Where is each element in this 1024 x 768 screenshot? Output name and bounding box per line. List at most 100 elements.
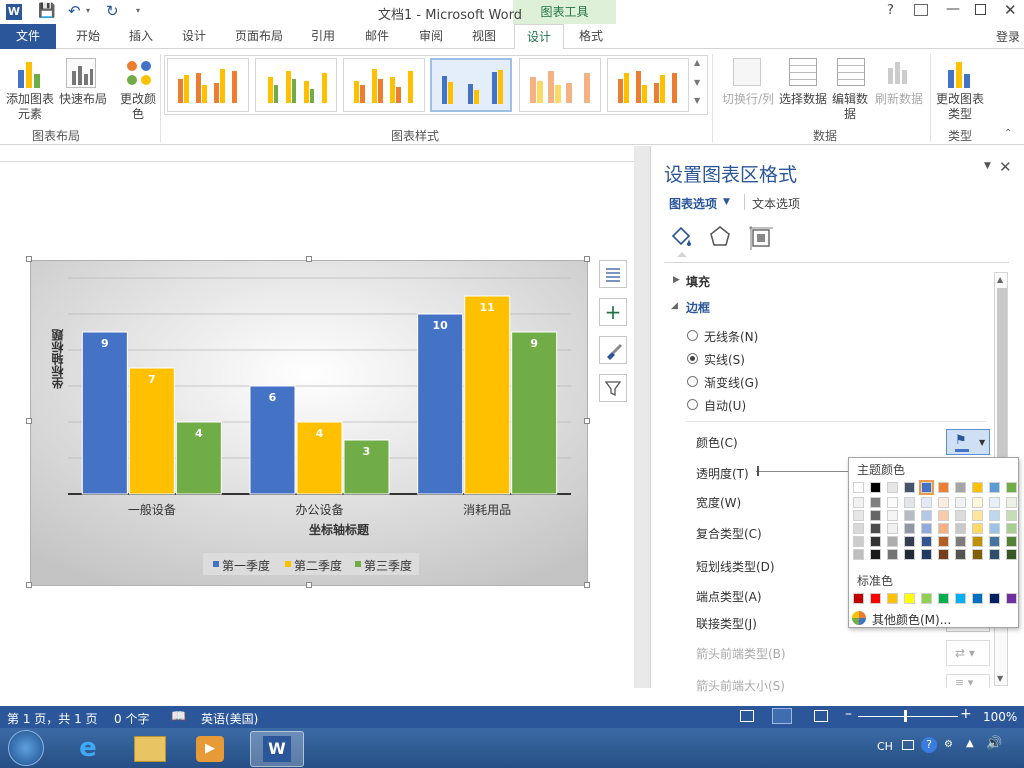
x-axis-title[interactable]: 坐标轴标题	[249, 521, 429, 538]
standard-color-swatch[interactable]	[955, 593, 966, 604]
theme-shade-swatch[interactable]	[904, 536, 915, 547]
theme-shade-swatch[interactable]	[989, 549, 1000, 560]
arrow-begin-size-dropdown[interactable]: ≡ ▾	[946, 674, 990, 688]
y-axis-title[interactable]: 坐标轴标题	[49, 329, 65, 389]
zoom-level[interactable]: 100%	[983, 710, 1017, 724]
theme-shade-swatch[interactable]	[921, 510, 932, 521]
standard-color-swatch[interactable]	[853, 593, 864, 604]
tray-settings-icon[interactable]: ⚙	[944, 739, 953, 750]
chart-style-thumb-6[interactable]	[607, 58, 689, 112]
customize-qat-icon[interactable]: ▾	[136, 6, 140, 15]
tab-view[interactable]: 视图	[460, 24, 508, 49]
section-fill[interactable]: 填充	[686, 273, 710, 290]
bar-1-1[interactable]	[81, 331, 128, 495]
data-label[interactable]: 10	[433, 319, 449, 332]
read-mode-icon[interactable]	[740, 710, 754, 722]
layout-options-button[interactable]	[599, 260, 627, 288]
scroll-down-icon[interactable]: ▼	[997, 674, 1003, 683]
add-chart-element-button[interactable]: 添加图表元素	[4, 92, 56, 122]
theme-shade-swatch[interactable]	[955, 536, 966, 547]
proofing-icon[interactable]: 📖	[171, 709, 186, 723]
theme-color-swatch[interactable]	[919, 480, 934, 495]
theme-shade-swatch[interactable]	[921, 549, 932, 560]
theme-shade-swatch[interactable]	[989, 536, 1000, 547]
refresh-data-button[interactable]: 刷新数据	[872, 92, 926, 107]
theme-color-swatch[interactable]	[870, 482, 881, 493]
sign-in-link[interactable]: 登录	[996, 28, 1020, 45]
theme-shade-swatch[interactable]	[938, 510, 949, 521]
standard-color-swatch[interactable]	[921, 593, 932, 604]
standard-color-swatch[interactable]	[870, 593, 881, 604]
theme-shade-swatch[interactable]	[1006, 497, 1017, 508]
chart-options-dropdown-icon[interactable]: ▼	[723, 197, 730, 207]
select-data-button[interactable]: 选择数据	[778, 92, 828, 107]
standard-color-swatch[interactable]	[989, 593, 1000, 604]
theme-shade-swatch[interactable]	[870, 497, 881, 508]
input-method-indicator[interactable]: CH	[877, 740, 893, 753]
bar-2-1[interactable]	[128, 367, 175, 495]
theme-shade-swatch[interactable]	[853, 510, 864, 521]
start-button-icon[interactable]	[8, 730, 44, 766]
outline-color-picker-button[interactable]: ⚑ ▼	[946, 429, 990, 455]
standard-color-swatch[interactable]	[887, 593, 898, 604]
data-label[interactable]: 11	[480, 301, 495, 314]
standard-color-swatch[interactable]	[938, 593, 949, 604]
theme-shade-swatch[interactable]	[853, 549, 864, 560]
theme-shade-swatch[interactable]	[972, 497, 983, 508]
theme-shade-swatch[interactable]	[989, 523, 1000, 534]
undo-dropdown-icon[interactable]: ▾	[86, 6, 90, 15]
theme-shade-swatch[interactable]	[870, 549, 881, 560]
chart-filters-funnel-icon[interactable]	[599, 374, 627, 402]
media-player-icon[interactable]: ▶	[196, 736, 224, 762]
data-label[interactable]: 7	[148, 373, 156, 386]
theme-shade-swatch[interactable]	[938, 497, 949, 508]
undo-icon[interactable]: ↶	[68, 2, 81, 20]
tab-mailings[interactable]: 邮件	[352, 24, 402, 49]
data-label[interactable]: 4	[195, 427, 203, 440]
chart-area[interactable]: 9 7 4 6 4 3 10 11 9 一般设备 办公设备 消耗用品 坐标轴标题 坐标轴标题 第一季…	[30, 260, 588, 586]
theme-shade-swatch[interactable]	[887, 549, 898, 560]
theme-shade-swatch[interactable]	[921, 536, 932, 547]
web-layout-icon[interactable]	[814, 710, 828, 722]
theme-shade-swatch[interactable]	[921, 497, 932, 508]
zoom-slider-thumb[interactable]	[904, 710, 907, 722]
restore-icon[interactable]	[975, 4, 986, 15]
internet-explorer-icon[interactable]: e	[72, 732, 104, 764]
tab-insert[interactable]: 插入	[118, 24, 164, 49]
more-colors-button[interactable]: 其他颜色(M)...	[872, 611, 951, 628]
chart-style-thumb-4-selected[interactable]	[430, 58, 512, 112]
data-label[interactable]: 3	[363, 445, 371, 458]
show-hidden-icons[interactable]: ▲	[966, 738, 974, 749]
theme-shade-swatch[interactable]	[938, 523, 949, 534]
theme-shade-swatch[interactable]	[904, 497, 915, 508]
theme-shade-swatch[interactable]	[938, 549, 949, 560]
arrow-begin-type-dropdown[interactable]: ⇄ ▾	[946, 640, 990, 666]
theme-shade-swatch[interactable]	[989, 510, 1000, 521]
keyboard-icon[interactable]	[902, 740, 914, 750]
theme-shade-swatch[interactable]	[955, 510, 966, 521]
theme-shade-swatch[interactable]	[870, 536, 881, 547]
page-count[interactable]: 第 1 页，共 1 页	[7, 710, 98, 727]
close-icon[interactable]: ✕	[1004, 1, 1017, 19]
change-chart-type-button[interactable]: 更改图表类型	[932, 92, 988, 122]
chart-style-thumb-1[interactable]	[167, 58, 249, 112]
zoom-in-icon[interactable]: +	[960, 706, 972, 722]
file-explorer-icon[interactable]	[134, 736, 166, 762]
theme-color-swatch[interactable]	[972, 482, 983, 493]
zoom-slider-track[interactable]	[858, 716, 958, 717]
theme-shade-swatch[interactable]	[887, 510, 898, 521]
zoom-out-icon[interactable]: –	[845, 706, 852, 722]
theme-shade-swatch[interactable]	[904, 549, 915, 560]
data-label[interactable]: 6	[269, 391, 277, 404]
theme-shade-swatch[interactable]	[1006, 523, 1017, 534]
transparency-slider-track[interactable]	[756, 471, 848, 472]
theme-shade-swatch[interactable]	[887, 497, 898, 508]
radio-no-line[interactable]	[687, 330, 698, 341]
gallery-scroll-down-icon[interactable]: ▼	[694, 78, 700, 87]
effects-pentagon-icon[interactable]	[707, 224, 733, 250]
theme-shade-swatch[interactable]	[1006, 549, 1017, 560]
theme-color-swatch[interactable]	[887, 482, 898, 493]
word-count[interactable]: 0 个字	[114, 710, 149, 727]
tab-file[interactable]: 文件	[0, 24, 56, 49]
theme-color-swatch[interactable]	[904, 482, 915, 493]
